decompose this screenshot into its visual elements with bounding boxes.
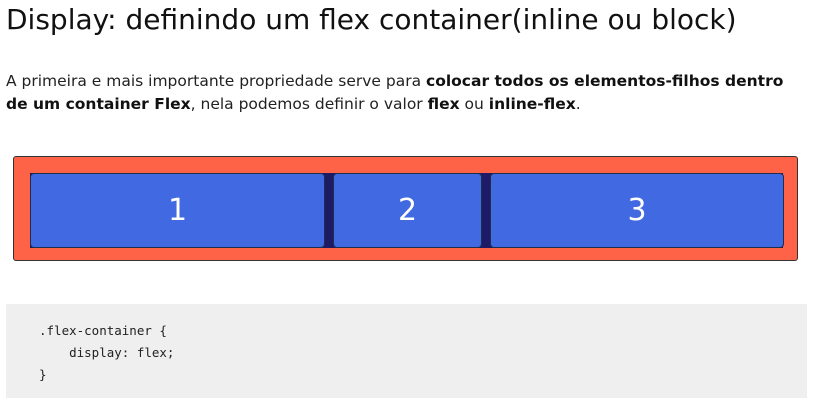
intro-bold-flex: flex [427, 95, 460, 113]
intro-text-3: ou [459, 95, 489, 113]
intro-paragraph: A primeira e mais importante propriedade… [6, 70, 796, 116]
flex-item-3: 3 [490, 173, 784, 248]
flex-item-2: 2 [333, 173, 482, 248]
page-title: Display: definindo um flex container(inl… [6, 3, 737, 36]
code-line: } [39, 367, 47, 382]
intro-text-4: . [575, 95, 581, 113]
code-block: .flex-container { display: flex; } [6, 304, 807, 398]
flex-container-demo: 1 2 3 [13, 156, 798, 261]
flex-item-1: 1 [30, 173, 325, 248]
intro-text-2: , nela podemos definir o valor [190, 95, 428, 113]
code-line: display: flex; [39, 345, 175, 360]
intro-text-1: A primeira e mais importante propriedade… [6, 72, 426, 90]
intro-bold-inline-flex: inline-flex [488, 95, 576, 113]
code-line: .flex-container { [39, 323, 167, 338]
